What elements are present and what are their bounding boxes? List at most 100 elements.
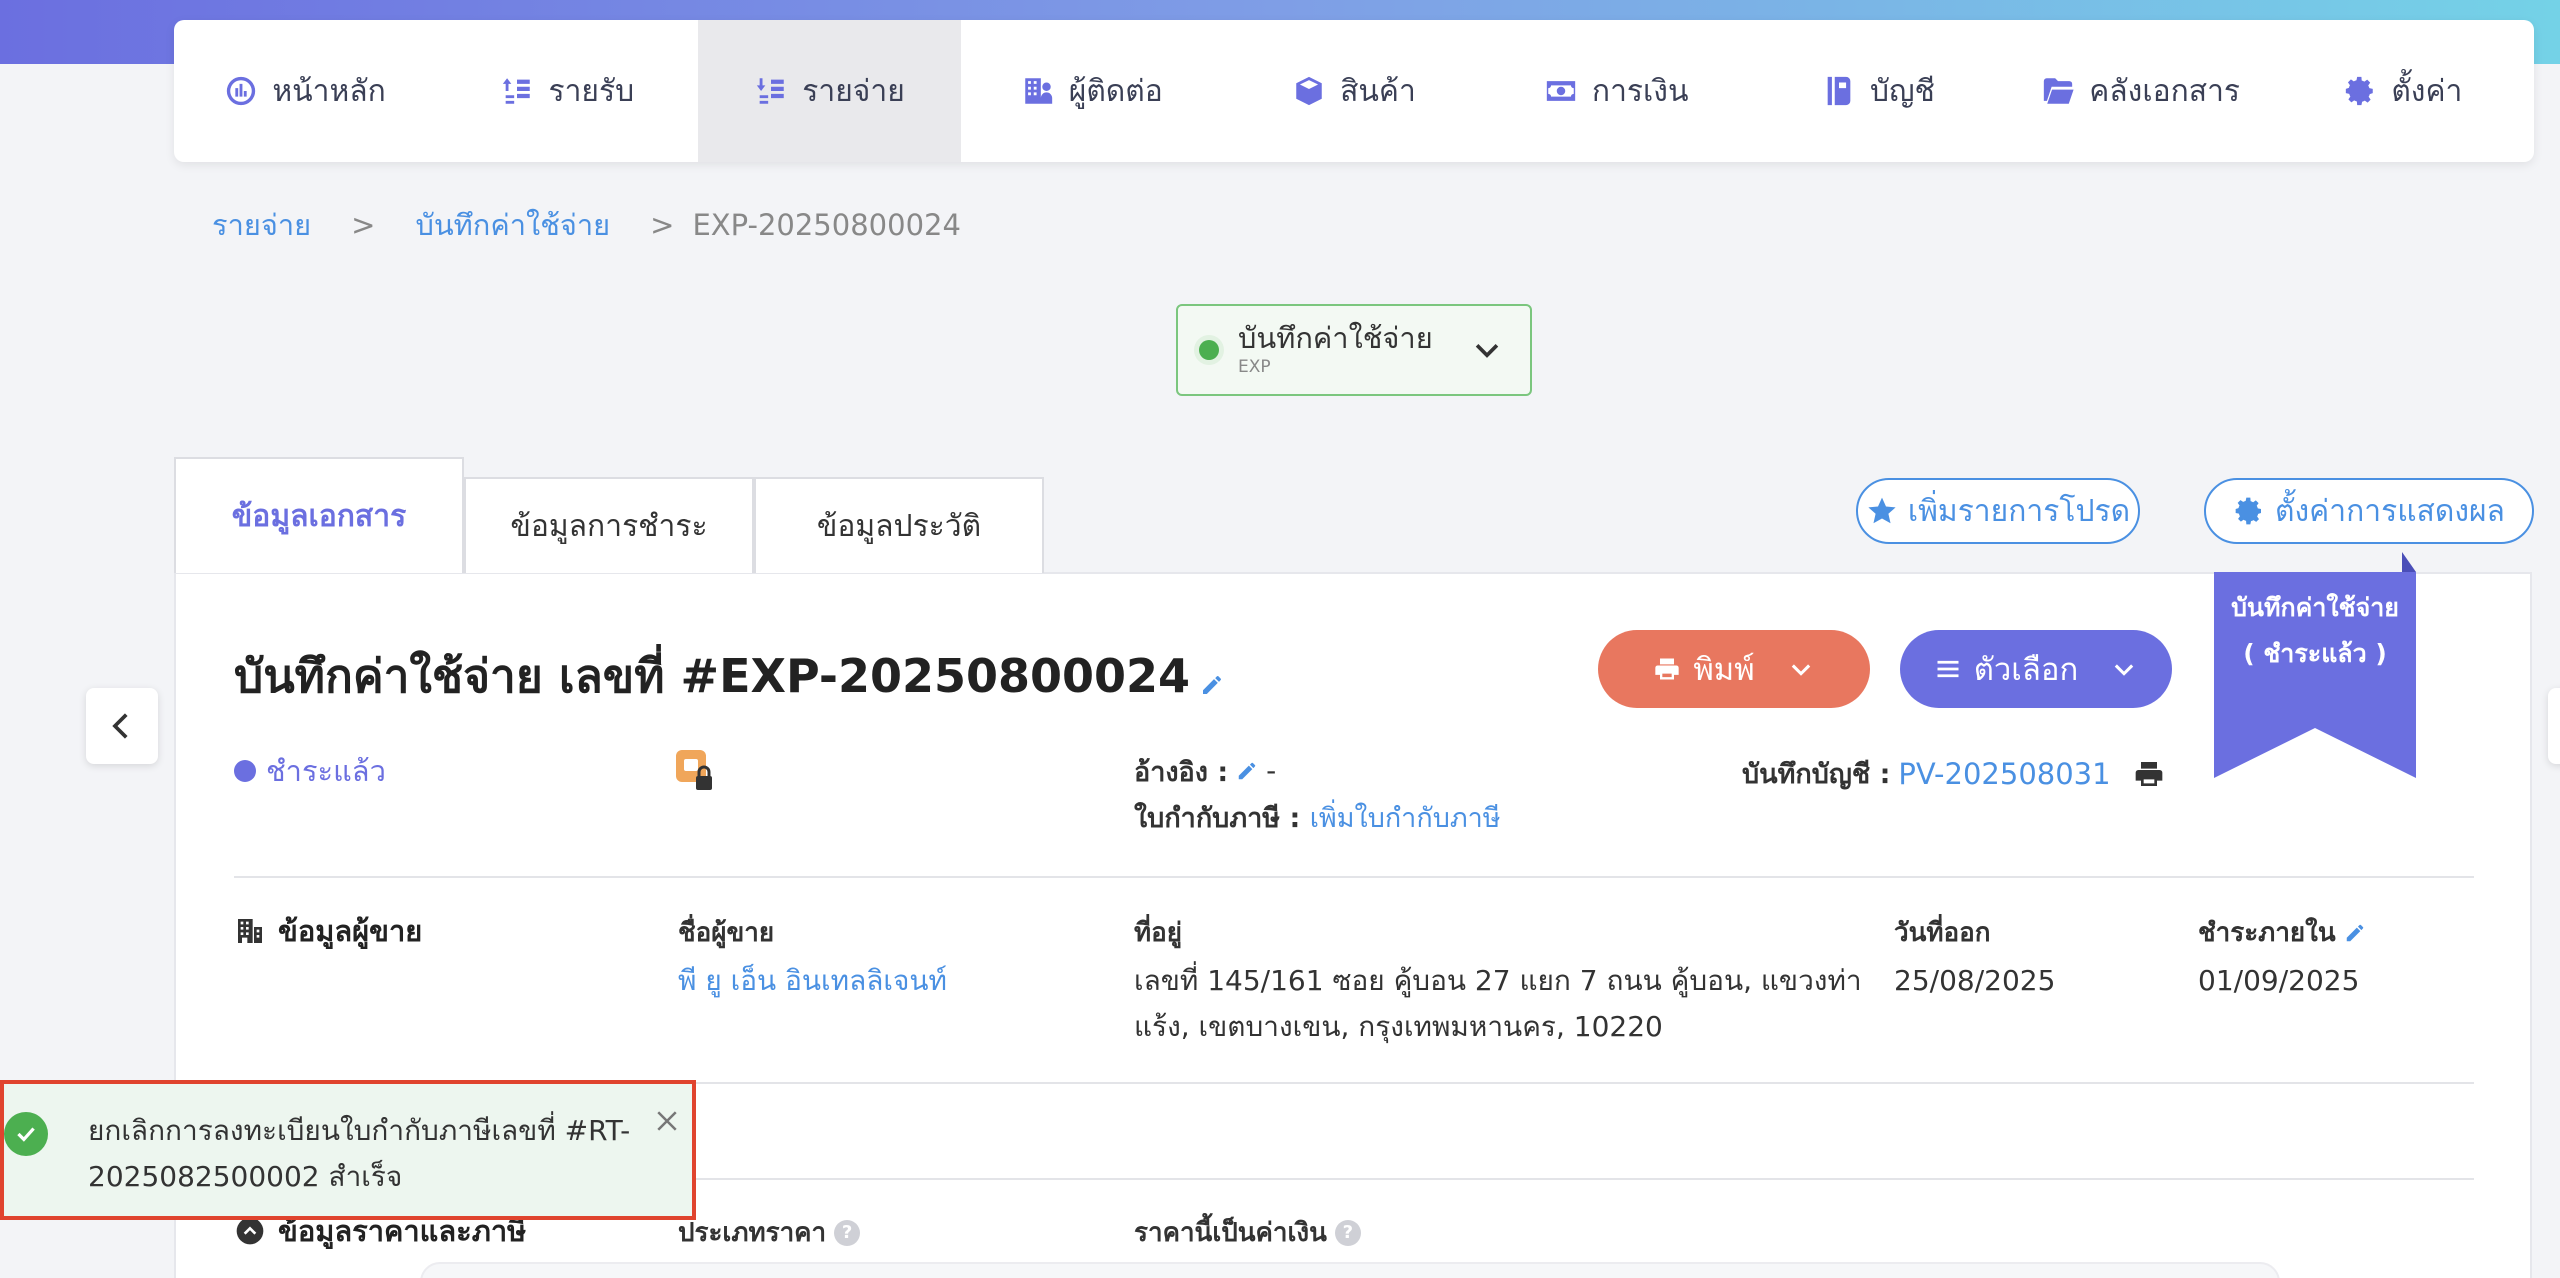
bottom-panel xyxy=(420,1262,2280,1278)
tab-document-info[interactable]: ข้อมูลเอกสาร xyxy=(174,457,464,573)
tab-payment-info[interactable]: ข้อมูลการชำระ xyxy=(464,477,754,573)
menu-icon xyxy=(1937,660,1959,678)
breadcrumb-expense[interactable]: รายจ่าย xyxy=(212,202,311,248)
status-badge: ชำระแล้ว xyxy=(234,748,386,794)
income-icon xyxy=(503,78,531,104)
help-icon[interactable]: ? xyxy=(834,1219,861,1246)
nav-expense[interactable]: รายจ่าย xyxy=(698,20,961,162)
print-label: พิมพ์ xyxy=(1693,652,1755,688)
nav-income[interactable]: รายรับ xyxy=(436,20,698,162)
gear-icon xyxy=(2235,497,2262,525)
next-document-button[interactable] xyxy=(2548,688,2560,764)
issue-date-value: 25/08/2025 xyxy=(1894,964,2056,997)
print-button[interactable]: พิมพ์ xyxy=(1598,630,1870,708)
document-type-label: บันทึกค่าใช้จ่าย xyxy=(1238,321,1433,355)
document-type-select[interactable]: บันทึกค่าใช้จ่าย EXP xyxy=(1176,304,1532,396)
edit-pencil-icon[interactable] xyxy=(2344,922,2366,944)
money-icon xyxy=(1546,81,1576,101)
document-tabs: ข้อมูลเอกสาร ข้อมูลการชำระ ข้อมูลประวัติ xyxy=(174,457,1044,573)
account-record-label: บันทึกบัญชี : xyxy=(1742,759,1891,790)
add-tax-invoice-link[interactable]: เพิ่มใบกำกับภาษี xyxy=(1310,803,1501,834)
reference-row: อ้างอิง : - xyxy=(1134,748,1276,794)
account-record-row: บันทึกบัญชี : PV-202508031 xyxy=(1742,752,2165,795)
ribbon-line2: ( ชำระแล้ว ) xyxy=(2243,639,2387,668)
options-label: ตัวเลือก xyxy=(1973,652,2079,688)
chevron-down-icon xyxy=(1791,664,1810,676)
help-icon[interactable]: ? xyxy=(1334,1219,1361,1246)
status-text: ชำระแล้ว xyxy=(266,754,386,788)
status-ribbon: บันทึกค่าใช้จ่าย ( ชำระแล้ว ) xyxy=(2214,552,2416,778)
locked-document-icon xyxy=(676,750,712,790)
status-dot xyxy=(1194,335,1224,365)
options-button[interactable]: ตัวเลือก xyxy=(1900,630,2172,708)
issue-date-label: วันที่ออก xyxy=(1894,918,1991,948)
nav-settings[interactable]: ตั้งค่า xyxy=(2272,20,2534,162)
chevron-left-icon xyxy=(112,713,128,739)
edit-pencil-icon[interactable] xyxy=(1200,673,1224,697)
nav-products[interactable]: สินค้า xyxy=(1223,20,1485,162)
toast-message: ยกเลิกการลงทะเบียนใบกำกับภาษีเลขที่ #RT-… xyxy=(88,1108,648,1200)
printer-icon[interactable] xyxy=(2133,758,2165,790)
printer-icon xyxy=(1655,658,1680,680)
reference-label: อ้างอิง : xyxy=(1134,756,1229,788)
tab-history-info[interactable]: ข้อมูลประวัติ xyxy=(754,477,1044,573)
folder-icon xyxy=(2044,78,2074,104)
ledger-icon xyxy=(1827,76,1851,106)
nav-label: คลังเอกสาร xyxy=(2089,73,2241,109)
status-dot xyxy=(234,760,256,782)
breadcrumb-expense-record[interactable]: บันทึกค่าใช้จ่าย xyxy=(415,202,610,248)
vendor-name-label: ชื่อผู้ขาย xyxy=(678,918,775,948)
contacts-icon xyxy=(1024,78,1052,104)
ribbon-line1: บันทึกค่าใช้จ่าย xyxy=(2231,593,2399,622)
address-line1: เลขที่ 145/161 ซอย คู้บอน 27 แยก 7 ถนน ค… xyxy=(1134,964,1862,997)
toast-message-line2: 2025082500002 สำเร็จ xyxy=(88,1160,403,1193)
address-line2: แร้ง, เขตบางเขน, กรุงเทพมหานคร, 10220 xyxy=(1134,1010,1663,1043)
document-title: บันทึกค่าใช้จ่าย เลขที่ #EXP-20250800024 xyxy=(234,649,1191,703)
divider xyxy=(234,876,2474,878)
previous-document-button[interactable] xyxy=(86,688,158,764)
nav-label: บัญชี xyxy=(1869,73,1935,109)
success-toast: ยกเลิกการลงทะเบียนใบกำกับภาษีเลขที่ #RT-… xyxy=(0,1080,696,1220)
chevron-down-icon xyxy=(1475,344,1499,358)
dashboard-icon xyxy=(227,76,256,106)
reference-value: - xyxy=(1266,754,1277,787)
document-type-code: EXP xyxy=(1238,357,1271,377)
close-icon[interactable] xyxy=(652,1106,682,1136)
breadcrumb-separator: > xyxy=(351,208,376,242)
check-icon xyxy=(4,1112,48,1156)
expense-icon xyxy=(757,78,785,104)
page-title: บันทึกค่าใช้จ่าย เลขที่ #EXP-20250800024 xyxy=(234,640,1224,713)
nav-documents[interactable]: คลังเอกสาร xyxy=(2010,20,2272,162)
add-favorite-button[interactable]: เพิ่มรายการโปรด xyxy=(1856,478,2140,544)
due-label: ชำระภายใน xyxy=(2198,918,2336,948)
account-record-link[interactable]: PV-202508031 xyxy=(1898,757,2110,791)
currency-label: ราคานี้เป็นค่าเงิน xyxy=(1134,1218,1327,1248)
nav-label: หน้าหลัก xyxy=(272,73,386,109)
nav-home[interactable]: หน้าหลัก xyxy=(174,20,436,162)
breadcrumb: รายจ่าย > บันทึกค่าใช้จ่าย > EXP-2025080… xyxy=(212,202,961,248)
vendor-name-link[interactable]: พี ยู เอ็น อินเทลลิเจนท์ xyxy=(678,958,947,1004)
building-icon xyxy=(238,919,262,943)
nav-accounting[interactable]: บัญชี xyxy=(1747,20,2009,162)
chevron-down-icon xyxy=(2115,664,2134,676)
tax-invoice-label: ใบกำกับภาษี : xyxy=(1134,803,1301,834)
main-nav: หน้าหลัก รายรับ รายจ่าย ผู้ติดต่อ สินค้า การเ… xyxy=(174,20,2534,162)
due-label-row: ชำระภายใน xyxy=(2198,912,2366,953)
toast-message-line1: ยกเลิกการลงทะเบียนใบกำกับภาษีเลขที่ #RT- xyxy=(88,1114,631,1147)
product-box-icon xyxy=(1296,76,1322,106)
currency-label-row: ราคานี้เป็นค่าเงิน ? xyxy=(1134,1212,1361,1253)
vendor-section-label: ข้อมูลผู้ขาย xyxy=(278,914,423,948)
nav-label: ผู้ติดต่อ xyxy=(1068,73,1163,109)
nav-label: รายรับ xyxy=(548,73,635,109)
breadcrumb-separator: > xyxy=(650,208,675,242)
nav-contacts[interactable]: ผู้ติดต่อ xyxy=(961,20,1223,162)
nav-label: รายจ่าย xyxy=(802,73,905,109)
nav-finance[interactable]: การเงิน xyxy=(1485,20,1747,162)
nav-label: สินค้า xyxy=(1340,73,1416,109)
edit-pencil-icon[interactable] xyxy=(1236,760,1258,782)
add-favorite-label: เพิ่มรายการโปรด xyxy=(1907,493,2131,529)
star-icon xyxy=(1868,497,1896,524)
display-settings-button[interactable]: ตั้งค่าการแสดงผล xyxy=(2204,478,2534,544)
nav-label: ตั้งค่า xyxy=(2391,73,2463,109)
address-label: ที่อยู่ xyxy=(1134,918,1182,948)
